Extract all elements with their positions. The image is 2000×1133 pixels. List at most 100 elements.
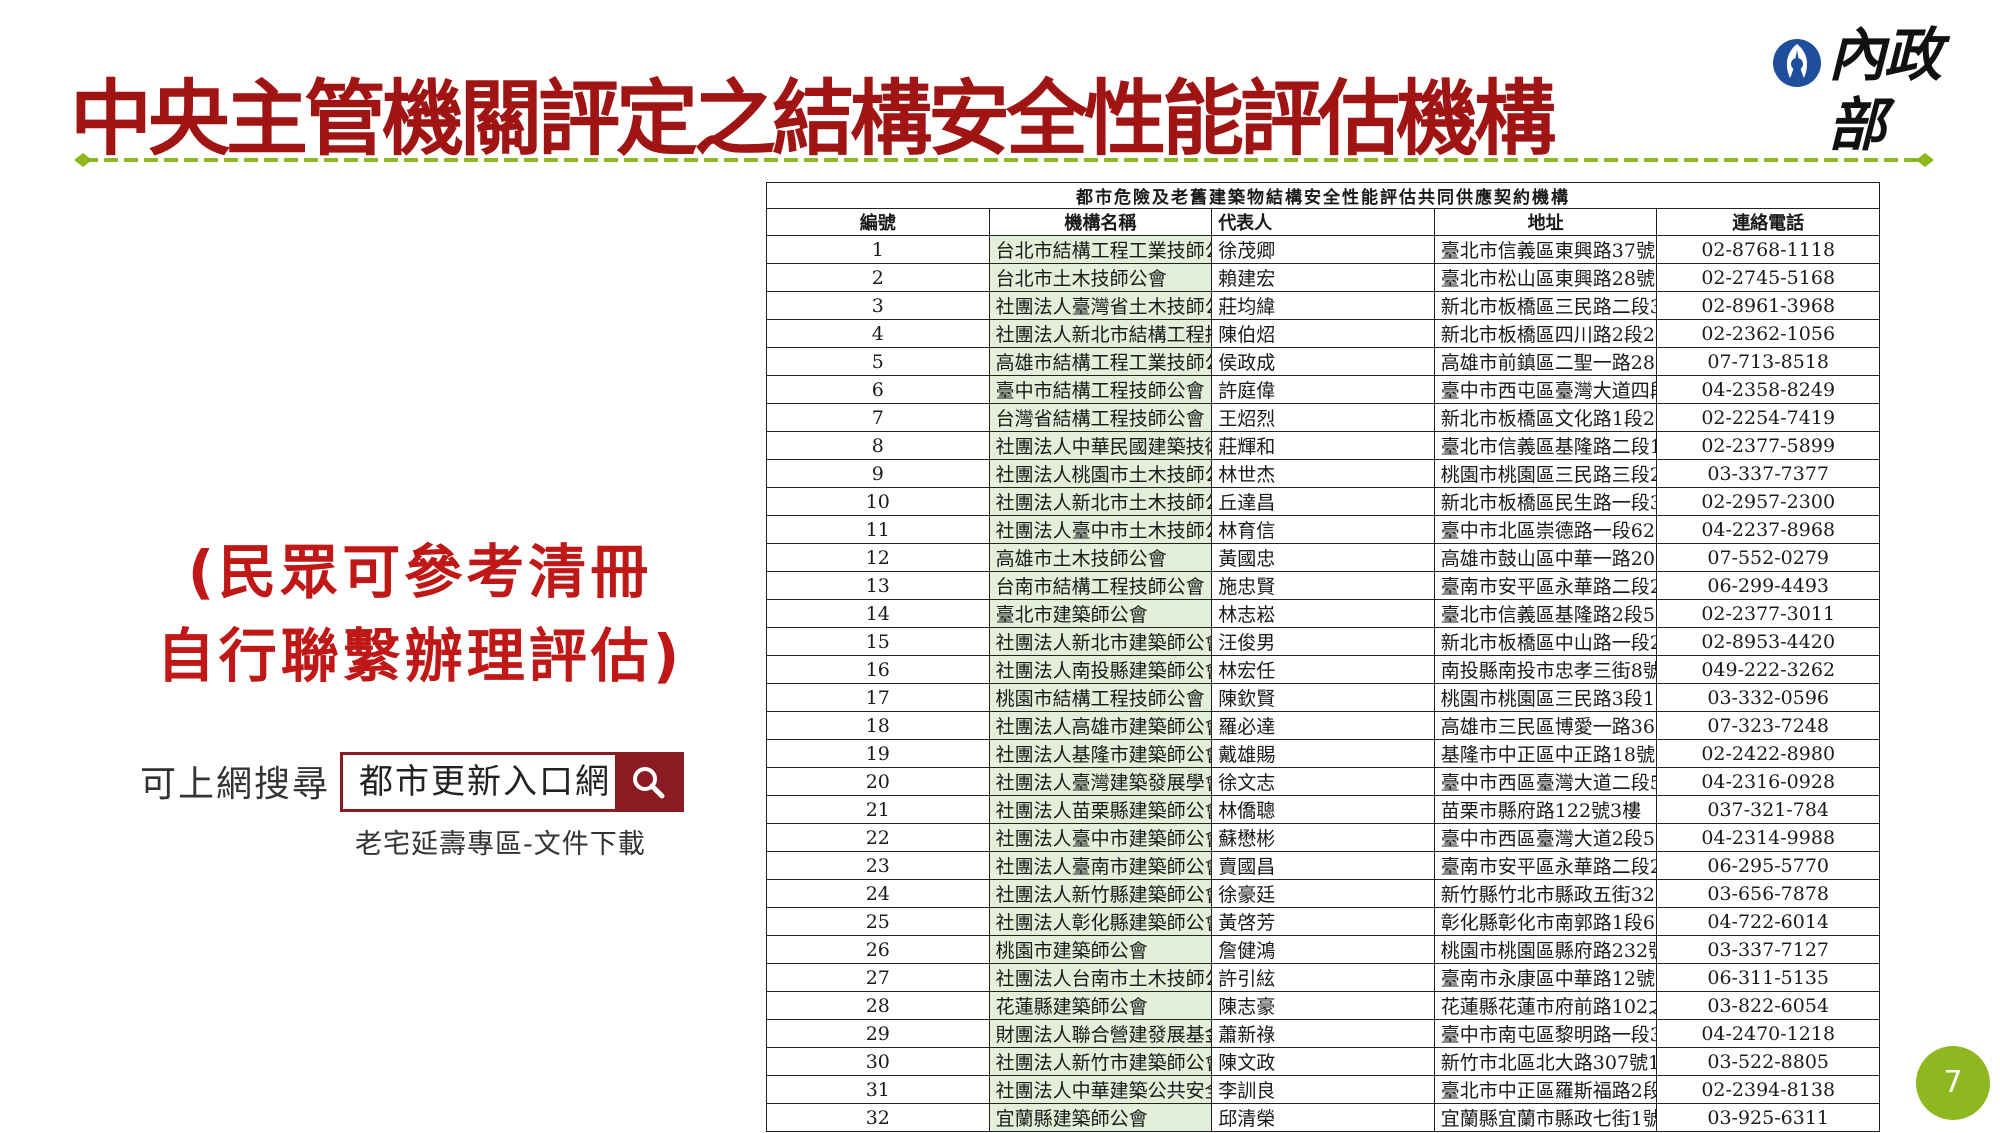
table-caption: 都市危險及老舊建築物結構安全性能評估共同供應契約機構: [766, 182, 1880, 209]
row-phone: 02-8961-3968: [1656, 291, 1880, 320]
row-number: 8: [766, 431, 990, 460]
row-number: 3: [766, 291, 990, 320]
row-phone: 03-656-7878: [1656, 879, 1880, 908]
table-row: 20社團法人臺灣建築發展學會徐文志臺中市西區臺灣大道二段536號6樓之204-2…: [766, 767, 1880, 796]
row-agency-name: 台北市結構工程工業技師公會: [988, 235, 1213, 264]
row-agency-name: 社團法人基隆市建築師公會: [988, 739, 1213, 768]
row-agency-name: 社團法人新竹縣建築師公會: [988, 879, 1213, 908]
row-representative: 莊輝和: [1211, 431, 1435, 460]
row-agency-name: 花蓮縣建築師公會: [988, 991, 1213, 1020]
row-address: 臺中市南屯區黎明路一段395巷15之1號3樓: [1433, 1019, 1658, 1048]
row-representative: 詹健鴻: [1211, 935, 1435, 964]
table-row: 21 社團法人苗栗縣建築師公會 林僑聰 苗栗市縣府路122號3樓 037-321-784: [766, 795, 1880, 824]
row-phone: 02-8953-4420: [1656, 627, 1880, 656]
table-row: 29財團法人聯合營建發展基金會蕭新祿臺中市南屯區黎明路一段395巷15之1號3樓…: [766, 1019, 1880, 1048]
row-representative: 陳文政: [1211, 1047, 1435, 1076]
table-row: 26 桃園市建築師公會 詹健鴻 桃園市桃園區縣府路232號 03-337-7127: [766, 935, 1880, 964]
row-number: 7: [766, 403, 990, 432]
row-representative: 王炤烈: [1211, 403, 1435, 432]
row-phone: 04-722-6014: [1656, 907, 1880, 936]
row-address: 基隆市中正區中正路18號2樓之1: [1433, 739, 1658, 768]
row-representative: 戴雄賜: [1211, 739, 1435, 768]
row-agency-name: 社團法人台南市土木技師公會: [988, 963, 1213, 992]
row-address: 新北市板橋區文化路1段266號21樓之2: [1433, 403, 1658, 432]
row-phone: 03-332-0596: [1656, 683, 1880, 712]
row-agency-name: 臺北市建築師公會: [988, 599, 1213, 628]
row-address: 南投縣南投市忠孝三街8號: [1433, 655, 1658, 684]
title-divider: [74, 153, 1934, 167]
row-agency-name: 社團法人臺中市土木技師公會: [988, 515, 1213, 544]
row-representative: 許庭偉: [1211, 375, 1435, 404]
row-agency-name: 社團法人桃園市土木技師公會: [988, 459, 1213, 488]
row-address: 臺北市信義區基隆路2段51號13樓: [1433, 599, 1658, 628]
page-number: 7: [1916, 1046, 1990, 1120]
row-representative: 邱清榮: [1211, 1103, 1435, 1132]
row-phone: 07-323-7248: [1656, 711, 1880, 740]
row-agency-name: 社團法人新北市建築師公會: [988, 627, 1213, 656]
row-agency-name: 社團法人新北市土木技師公會: [988, 487, 1213, 516]
row-phone: 03-522-8805: [1656, 1047, 1880, 1076]
row-number: 30: [766, 1047, 990, 1076]
search-caption: 老宅延壽專區-文件下載: [355, 829, 646, 860]
row-representative: 許引絃: [1211, 963, 1435, 992]
note-line-1: (民眾可參考清冊: [187, 538, 653, 606]
table-row: 24社團法人新竹縣建築師公會徐豪廷新竹縣竹北市縣政五街32巷8號8樓之203-6…: [766, 879, 1880, 908]
row-address: 桃園市桃園區三民路3段180號4樓之2: [1433, 683, 1658, 712]
row-representative: 賣國昌: [1211, 851, 1435, 880]
row-representative: 陳伯炤: [1211, 319, 1435, 348]
row-address: 宜蘭縣宜蘭市縣政七街1號2樓: [1433, 1103, 1658, 1132]
row-agency-name: 社團法人新竹市建築師公會: [988, 1047, 1213, 1076]
search-button[interactable]: [615, 755, 681, 809]
row-number: 25: [766, 907, 990, 936]
table-row: 7台灣省結構工程技師公會王炤烈新北市板橋區文化路1段266號21樓之202-22…: [766, 403, 1880, 432]
row-agency-name: 社團法人臺灣建築發展學會: [988, 767, 1213, 796]
note-line-2: 自行聯繫辦理評估): [156, 622, 684, 690]
row-number: 14: [766, 599, 990, 628]
agency-table: 都市危險及老舊建築物結構安全性能評估共同供應契約機構 編號 機構名稱 代表人 地…: [766, 182, 1880, 1132]
table-row: 1台北市結構工程工業技師公會徐茂卿臺北市信義區東興路37號7樓02-8768-1…: [766, 235, 1880, 264]
row-agency-name: 臺中市結構工程技師公會: [988, 375, 1213, 404]
row-representative: 賴建宏: [1211, 263, 1435, 292]
row-number: 20: [766, 767, 990, 796]
row-number: 23: [766, 851, 990, 880]
row-agency-name: 社團法人臺灣省土木技師公會: [988, 291, 1213, 320]
row-phone: 02-2422-8980: [1656, 739, 1880, 768]
row-number: 11: [766, 515, 990, 544]
search-box[interactable]: 都市更新入口網: [340, 752, 684, 812]
row-representative: 林僑聰: [1211, 795, 1435, 824]
search-query[interactable]: 都市更新入口網: [343, 755, 615, 809]
search-icon: [633, 767, 665, 799]
row-address: 臺北市信義區東興路37號7樓: [1433, 235, 1658, 264]
row-number: 6: [766, 375, 990, 404]
row-representative: 羅必達: [1211, 711, 1435, 740]
row-number: 5: [766, 347, 990, 376]
row-representative: 施忠賢: [1211, 571, 1435, 600]
table-row: 16 社團法人南投縣建築師公會 林宏任 南投縣南投市忠孝三街8號 049-222-326…: [766, 655, 1880, 684]
row-number: 4: [766, 319, 990, 348]
row-address: 高雄市前鎮區二聖一路288號5樓之1: [1433, 347, 1658, 376]
row-representative: 丘達昌: [1211, 487, 1435, 516]
row-agency-name: 社團法人南投縣建築師公會: [988, 655, 1213, 684]
row-representative: 蘇懋彬: [1211, 823, 1435, 852]
row-representative: 林志崧: [1211, 599, 1435, 628]
table-row: 32宜蘭縣建築師公會邱清榮宜蘭縣宜蘭市縣政七街1號2樓03-925-6311: [766, 1103, 1880, 1132]
row-phone: 04-2314-9988: [1656, 823, 1880, 852]
row-address: 新北市板橋區民生路一段33號21樓之3: [1433, 487, 1658, 516]
row-address: 苗栗市縣府路122號3樓: [1433, 795, 1658, 824]
header-agency-name: 機構名稱: [988, 208, 1213, 236]
table-row: 2台北市土木技師公會賴建宏臺北市松山區東興路28號9樓02-2745-5168: [766, 263, 1880, 292]
row-phone: 03-925-6311: [1656, 1103, 1880, 1132]
row-phone: 02-8768-1118: [1656, 235, 1880, 264]
row-phone: 04-2470-1218: [1656, 1019, 1880, 1048]
row-representative: 莊均緯: [1211, 291, 1435, 320]
row-address: 彰化縣彰化市南郭路1段63-9號6樓: [1433, 907, 1658, 936]
row-number: 26: [766, 935, 990, 964]
row-representative: 徐豪廷: [1211, 879, 1435, 908]
row-representative: 黃啓芳: [1211, 907, 1435, 936]
row-phone: 06-299-4493: [1656, 571, 1880, 600]
table-body: 1台北市結構工程工業技師公會徐茂卿臺北市信義區東興路37號7樓02-8768-1…: [766, 235, 1880, 1132]
row-address: 臺中市西區臺灣大道2段536號11樓: [1433, 823, 1658, 852]
ministry-emblem-icon: [1773, 39, 1821, 87]
row-address: 臺北市中正區羅斯福路2段50號9樓之2: [1433, 1075, 1658, 1104]
row-agency-name: 社團法人彰化縣建築師公會: [988, 907, 1213, 936]
